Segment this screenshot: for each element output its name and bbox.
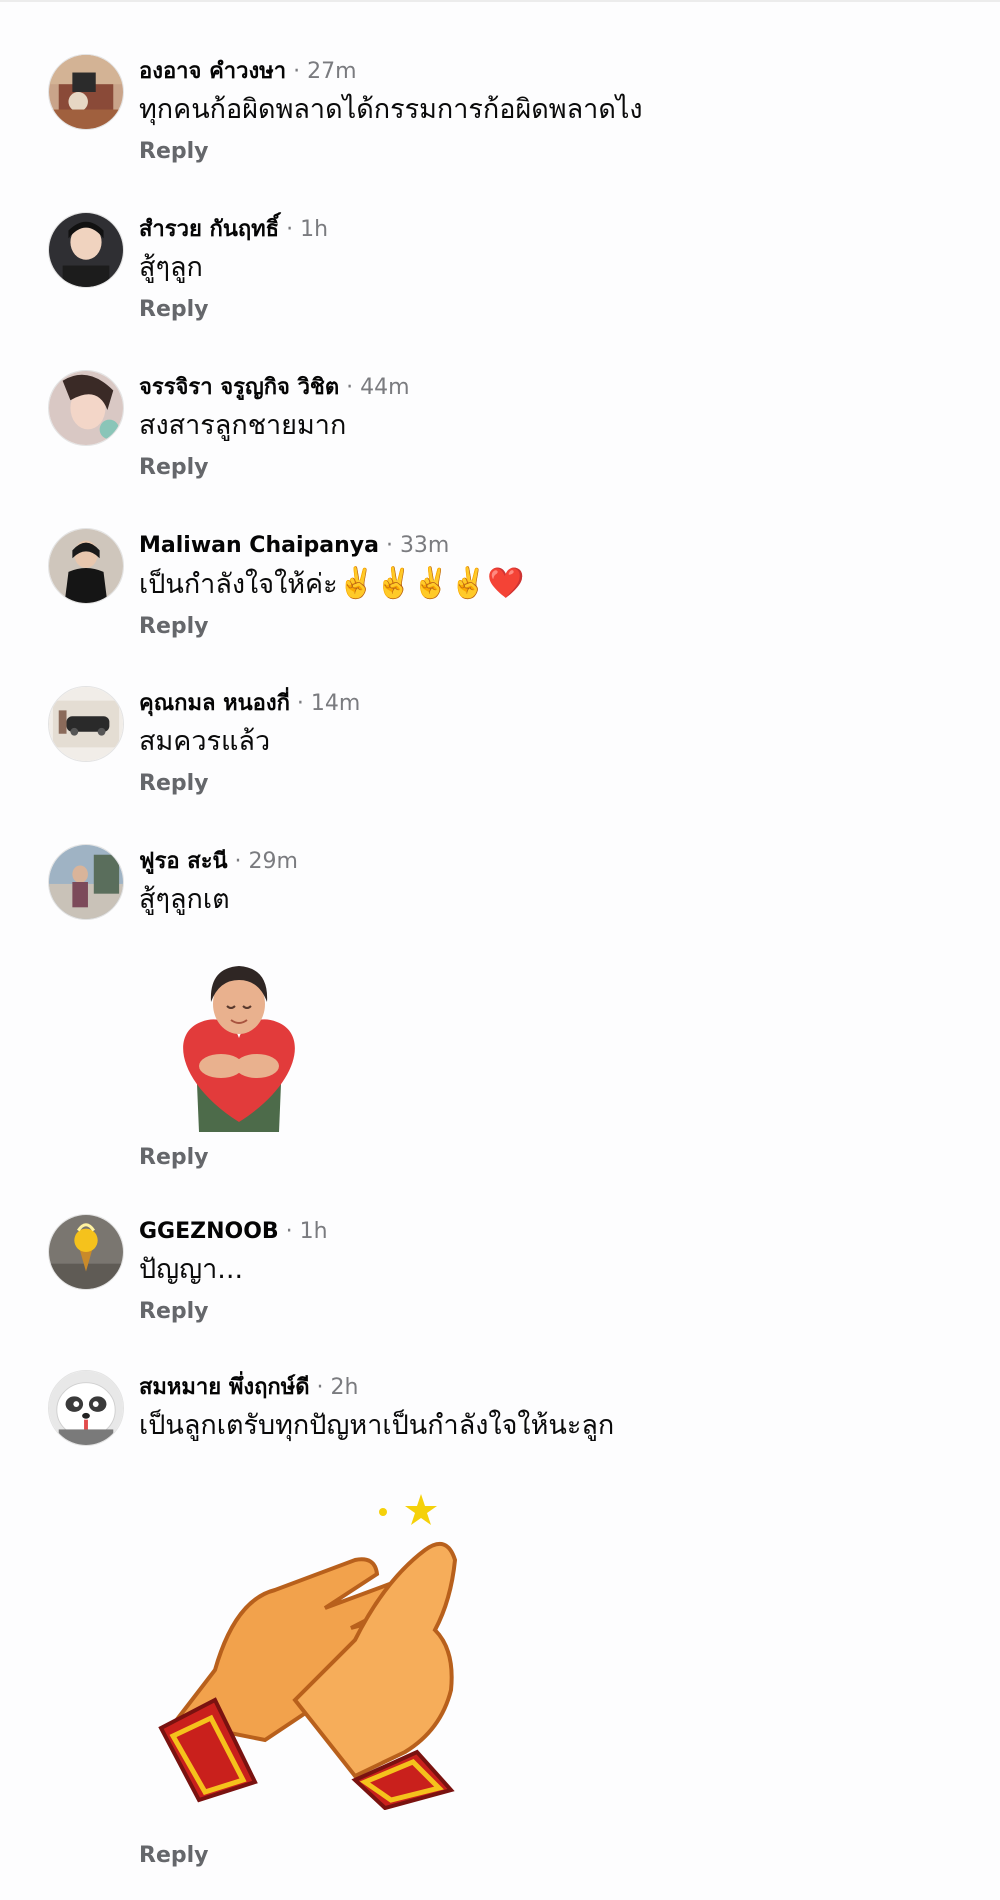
timestamp[interactable]: 33m	[400, 533, 449, 558]
clapping-hands-sticker	[155, 1490, 515, 1811]
reply-button[interactable]: Reply	[139, 613, 524, 641]
comment-body: Maliwan Chaipanya · 33m เป็นกำลังใจให้ค่…	[139, 532, 524, 641]
comment-text: เป็นลูกเตรับทุกปัญหาเป็นกำลังใจให้นะลูก	[139, 1410, 615, 1441]
author-name[interactable]: สมหมาย พึ่งฤกษ์ดี	[139, 1375, 310, 1400]
reply-button[interactable]: Reply	[139, 770, 360, 798]
comment-body: คุณกมล หนองกี่ · 14m สมควรแล้ว Reply	[139, 690, 360, 798]
reply-button[interactable]: Reply	[139, 296, 328, 324]
comment-text: เป็นกำลังใจให้ค่ะ✌️✌️✌️✌️❤️	[139, 564, 524, 605]
author-name[interactable]: Maliwan Chaipanya	[139, 533, 379, 558]
timestamp[interactable]: 1h	[300, 217, 328, 242]
author-name[interactable]: GGEZNOOB	[139, 1219, 279, 1244]
comment-body: ฟูรอ สะนี · 29m สู้ๆลูกเต	[139, 848, 298, 920]
comment-body: สมหมาย พึ่งฤกษ์ดี · 2h เป็นลูกเตรับทุกปั…	[139, 1374, 614, 1446]
separator: ·	[309, 1375, 331, 1400]
timestamp[interactable]: 1h	[300, 1219, 328, 1244]
author-name[interactable]: องอาจ คำวงษา	[139, 59, 286, 84]
reply-button[interactable]: Reply	[139, 454, 410, 482]
author-name[interactable]: คุณกมล หนองกี่	[139, 691, 290, 716]
divider	[0, 0, 1000, 2]
avatar[interactable]	[48, 212, 124, 288]
avatar[interactable]	[48, 844, 124, 920]
heart-hug-avatar-sticker	[139, 954, 339, 1134]
comment-meta: Maliwan Chaipanya · 33m	[139, 532, 524, 560]
comment-meta: สำรวย กันฤทธิ์ · 1h	[139, 216, 328, 244]
separator: ·	[289, 691, 311, 716]
comment-text: สงสารลูกชายมาก	[139, 410, 347, 441]
reply-button[interactable]: Reply	[139, 138, 643, 166]
comment-body: GGEZNOOB · 1h ปัญญา... Reply	[139, 1218, 328, 1326]
separator: ·	[339, 375, 361, 400]
separator: ·	[286, 59, 308, 84]
avatar[interactable]	[48, 54, 124, 130]
author-name[interactable]: ฟูรอ สะนี	[139, 849, 228, 874]
separator: ·	[378, 533, 400, 558]
avatar[interactable]	[48, 686, 124, 762]
comment-text: ทุกคนก้อผิดพลาดได้กรรมการก้อผิดพลาดไง	[139, 94, 643, 125]
comment-text: สู้ๆลูก	[139, 252, 203, 283]
author-name[interactable]: จรรจิรา จรูญกิจ วิชิต	[139, 375, 339, 400]
separator: ·	[227, 849, 249, 874]
timestamp[interactable]: 14m	[311, 691, 360, 716]
timestamp[interactable]: 29m	[249, 849, 298, 874]
author-name[interactable]: สำรวย กันฤทธิ์	[139, 217, 279, 242]
avatar[interactable]	[48, 370, 124, 446]
comment-body: องอาจ คำวงษา · 27m ทุกคนก้อผิดพลาดได้กรร…	[139, 58, 643, 166]
comment-text: สู้ๆลูกเต	[139, 884, 230, 915]
comment-meta: คุณกมล หนองกี่ · 14m	[139, 690, 360, 718]
reply-button[interactable]: Reply	[139, 1298, 328, 1326]
timestamp[interactable]: 2h	[331, 1375, 359, 1400]
avatar[interactable]	[48, 528, 124, 604]
comment-meta: จรรจิรา จรูญกิจ วิชิต · 44m	[139, 374, 410, 402]
comment-meta: องอาจ คำวงษา · 27m	[139, 58, 643, 86]
emoji-reactions: ✌️✌️✌️✌️❤️	[337, 566, 525, 601]
reply-button[interactable]: Reply	[139, 1144, 209, 1172]
comment-text-body: เป็นกำลังใจให้ค่ะ	[139, 569, 338, 600]
timestamp[interactable]: 44m	[360, 375, 409, 400]
comment-text: สมควรแล้ว	[139, 726, 271, 757]
avatar[interactable]	[48, 1370, 124, 1446]
reply-button[interactable]: Reply	[139, 1842, 209, 1870]
comment-body: สำรวย กันฤทธิ์ · 1h สู้ๆลูก Reply	[139, 216, 328, 324]
comment-meta: GGEZNOOB · 1h	[139, 1218, 328, 1246]
comment-body: จรรจิรา จรูญกิจ วิชิต · 44m สงสารลูกชายม…	[139, 374, 410, 482]
separator: ·	[278, 1219, 300, 1244]
avatar[interactable]	[48, 1214, 124, 1290]
separator: ·	[279, 217, 301, 242]
timestamp[interactable]: 27m	[307, 59, 356, 84]
comment-text: ปัญญา...	[139, 1254, 244, 1285]
comment-meta: สมหมาย พึ่งฤกษ์ดี · 2h	[139, 1374, 614, 1402]
comment-meta: ฟูรอ สะนี · 29m	[139, 848, 298, 876]
